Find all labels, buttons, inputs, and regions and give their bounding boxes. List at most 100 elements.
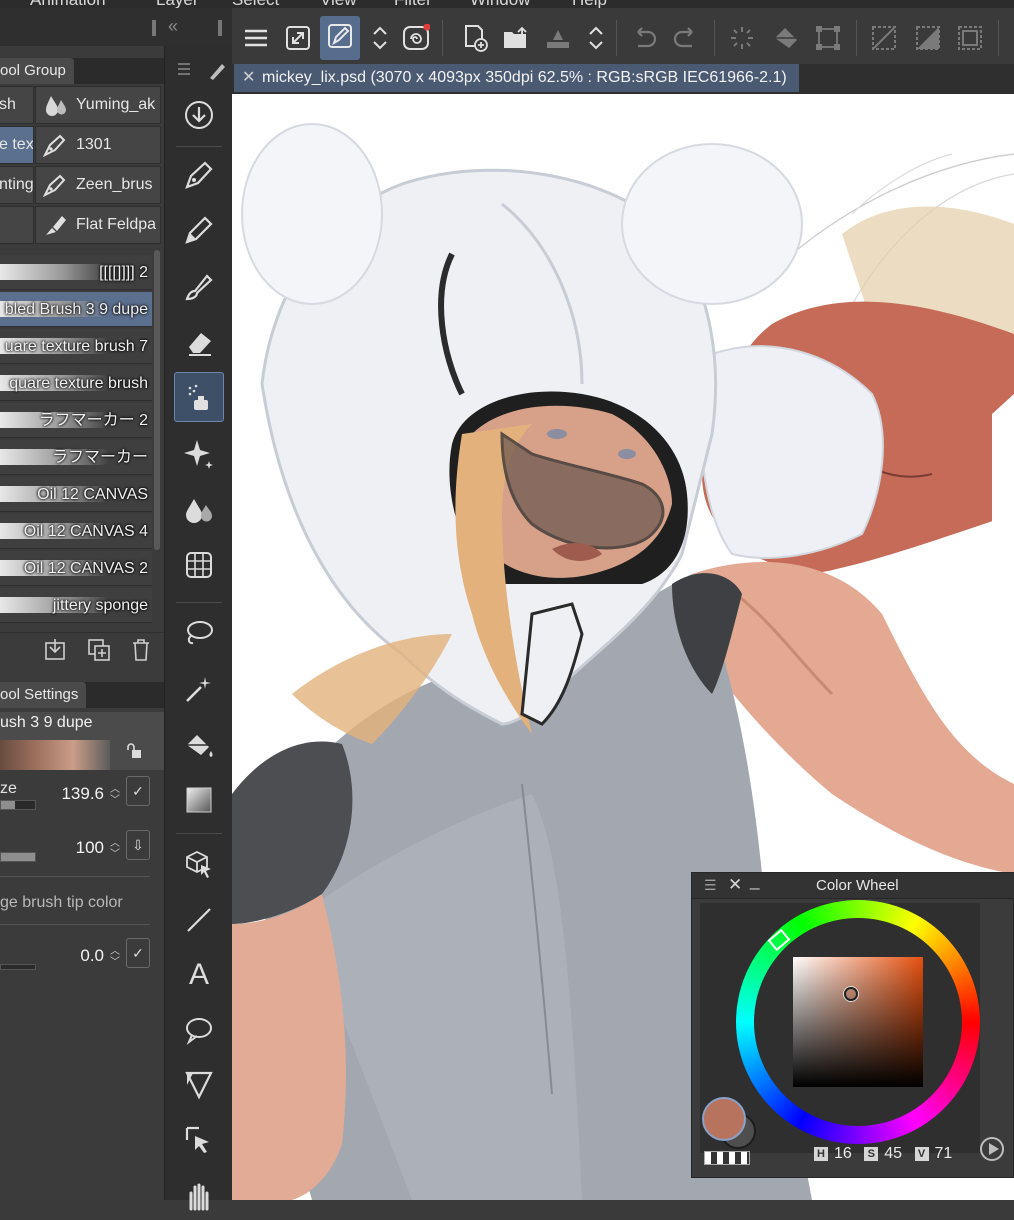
companion-button[interactable] [396,18,436,58]
tool-balloon[interactable] [174,1005,224,1055]
brush-list-item[interactable]: quare texture brush [0,366,152,401]
tool-blend[interactable] [174,485,224,535]
tool-fill[interactable] [174,720,224,770]
fullscreen-button[interactable] [278,18,318,58]
collapse-chevron-icon[interactable]: « [168,16,178,37]
brush-list-item[interactable]: Oil 12 CANVAS [0,477,152,512]
tool-eraser[interactable] [174,318,224,368]
tool-frame[interactable] [174,1060,224,1110]
redo-button[interactable] [666,18,706,58]
brush-list-item[interactable]: ラフマーカー 2 [0,403,152,438]
sub-tool-group-tab[interactable]: ool Group [0,58,74,84]
tool-gradient[interactable] [174,775,224,825]
hamburger-icon [245,29,267,47]
trash-icon[interactable] [128,637,154,663]
pressure-toggle-button[interactable]: ✓ [126,938,150,968]
water-drops-icon [46,96,66,116]
tool-settings-tab[interactable]: ool Settings [0,682,87,708]
edit-mode-button[interactable] [320,16,360,60]
tool-hand[interactable] [174,1170,224,1220]
close-icon[interactable]: ✕ [242,64,255,92]
color-mode-toggle-icon[interactable] [980,1137,1004,1161]
color-wheel-titlebar[interactable]: ☰ ✕ _ Color Wheel [692,871,1014,899]
tool-text[interactable]: A [174,950,224,1000]
menu-animation[interactable]: Animation [30,0,106,8]
third-value[interactable]: 0.0 [80,946,104,966]
brush-list-item[interactable]: Oil 12 CANVAS 4 [0,514,152,549]
close-icon[interactable]: ✕ [728,875,742,895]
document-tab[interactable]: ✕ mickey_lix.psd (3070 x 4093px 350dpi 6… [234,64,799,92]
palette-menu-icon[interactable]: ☰ [704,877,717,894]
tool-download[interactable] [174,90,224,140]
select-all-button[interactable] [950,18,990,58]
brush-list-item[interactable]: ラフマーカー [0,440,152,475]
tool-correct-line[interactable] [174,1115,224,1165]
sv-picker-marker[interactable] [844,987,858,1001]
brush-grid-item-selected[interactable]: e text [0,126,34,164]
menu-help[interactable]: Help [572,0,607,8]
undo-button[interactable] [624,18,664,58]
duplicate-icon[interactable] [86,637,112,663]
lock-icon[interactable] [126,742,144,760]
hue-value[interactable]: 16 [834,1145,852,1162]
grip-icon[interactable] [152,20,156,36]
open-file-button[interactable] [496,18,536,58]
minimize-icon[interactable]: _ [750,871,759,891]
new-file-button[interactable] [454,18,494,58]
spinner-icon[interactable]: ︿ ﹀ [108,946,122,970]
tool-operation[interactable] [174,838,224,888]
menu-filter[interactable]: Filter [394,0,432,8]
tool-brush[interactable] [174,262,224,312]
loading-button[interactable] [722,18,762,58]
pressure-toggle-button[interactable]: ✓ [126,776,150,806]
menu-select[interactable]: Select [232,0,279,8]
brush-list-item-selected[interactable]: bled Brush 3 9 dupe [0,292,152,327]
save-button[interactable] [538,18,578,58]
brush-grid-item[interactable]: sh [0,86,34,124]
brush-grid-item[interactable]: Yuming_ak [35,86,161,124]
tool-decoration[interactable] [174,428,224,478]
stepper-button[interactable] [362,18,392,58]
menu-layer[interactable]: Layer [156,0,199,8]
tool-airbrush-active[interactable] [174,372,224,422]
brush-grid-item[interactable]: nting [0,166,34,204]
tool-pencil[interactable] [174,205,224,255]
brush-list-item[interactable]: uare texture brush 7 [0,329,152,364]
brush-grid-item[interactable]: Zeen_brus [35,166,161,204]
brush-size-value[interactable]: 139.6 [61,784,104,804]
tool-pen[interactable] [174,150,224,200]
opacity-slider[interactable] [0,852,36,862]
transparent-color-swatch[interactable] [704,1151,750,1165]
saturation-value-square[interactable] [793,957,923,1087]
brush-list-item[interactable]: Oil 12 CANVAS 2 [0,551,152,586]
import-icon[interactable] [42,637,68,663]
clear-selection-button[interactable] [864,18,904,58]
tool-figure[interactable] [174,540,224,590]
invert-selection-button[interactable] [908,18,948,58]
fill-selection-button[interactable] [766,18,806,58]
third-slider[interactable] [0,964,36,970]
brush-list-item[interactable]: [[[[]]]] 2 [0,255,152,290]
brush-grid-item[interactable] [0,206,34,244]
brush-size-slider[interactable] [0,800,36,810]
menu-view[interactable]: View [320,0,357,8]
brush-list-scrollbar[interactable] [154,250,160,550]
brush-grid-item[interactable]: Flat Feldpa [35,206,161,244]
brightness-value[interactable]: 71 [935,1145,953,1162]
tool-line[interactable] [174,895,224,945]
opacity-pressure-button[interactable]: ⇩ [126,830,150,860]
stepper-button[interactable] [578,18,608,58]
transform-button[interactable] [808,18,848,58]
brush-list-item[interactable]: jittery sponge [0,588,152,623]
brush-grid-item[interactable]: 1301 [35,126,161,164]
menu-button[interactable] [236,18,276,58]
tool-lasso[interactable] [174,608,224,658]
main-color-swatch[interactable] [702,1097,746,1141]
spinner-icon[interactable]: ︿ ﹀ [108,784,122,808]
saturation-value[interactable]: 45 [884,1145,902,1162]
spinner-icon[interactable]: ︿ ﹀ [108,838,122,862]
grip-icon[interactable] [218,20,222,36]
menu-window[interactable]: Window [470,0,530,8]
opacity-value[interactable]: 100 [76,838,104,858]
tool-auto-select[interactable] [174,664,224,714]
